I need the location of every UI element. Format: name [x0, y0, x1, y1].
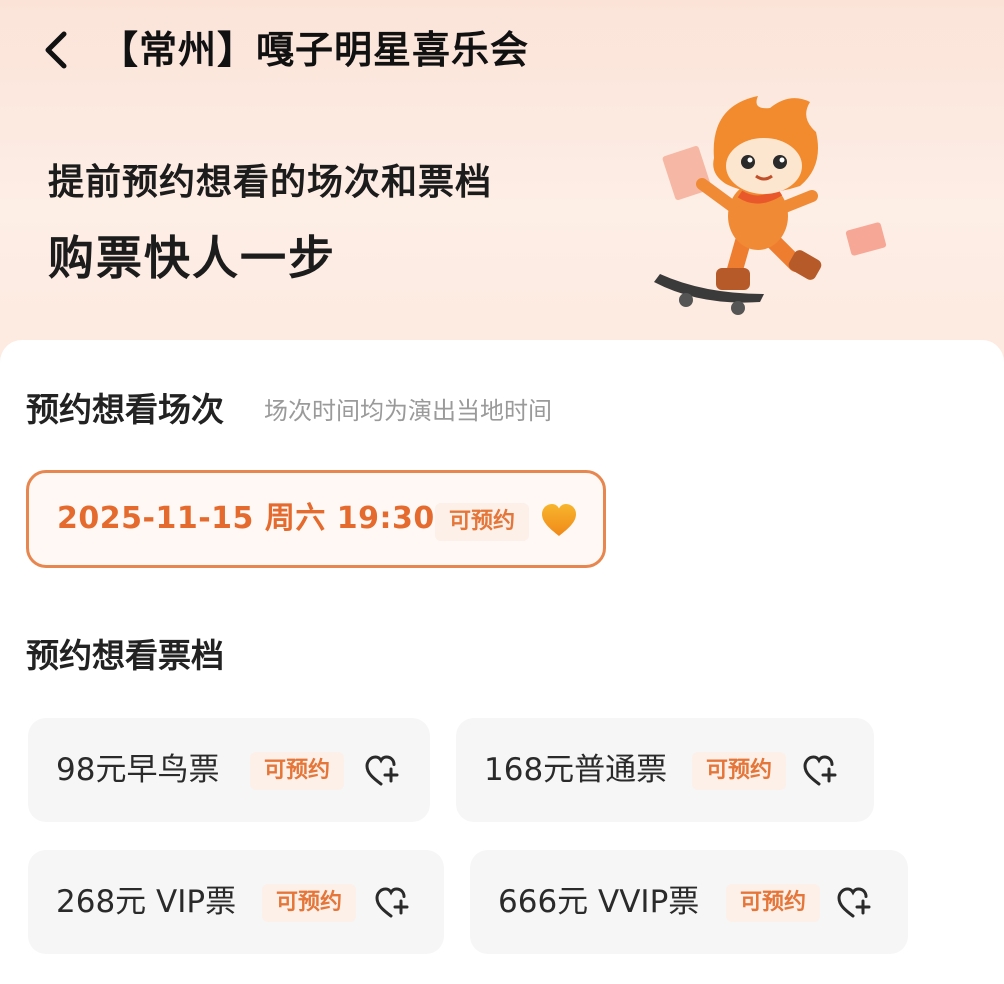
ticket-option[interactable]: 268元 VIP票 可预约 — [28, 850, 444, 954]
ticket-option[interactable]: 98元早鸟票 可预约 — [28, 718, 430, 822]
status-badge: 可预约 — [262, 884, 357, 922]
ticket-option[interactable]: 666元 VVIP票 可预约 — [470, 850, 908, 954]
status-badge: 可预约 — [726, 884, 821, 922]
ticket-label: 666元 VVIP票 — [498, 884, 700, 920]
status-badge: 可预约 — [435, 503, 530, 541]
session-section-hint: 场次时间均为演出当地时间 — [264, 397, 552, 425]
mascot-illustration — [654, 96, 887, 315]
status-badge: 可预约 — [692, 752, 787, 790]
heart-add-icon — [803, 755, 837, 786]
ticket-option[interactable]: 168元普通票 可预约 — [456, 718, 874, 822]
chevron-left-icon — [45, 31, 67, 69]
session-section-title: 预约想看场次 — [26, 390, 224, 429]
ticket-label: 268元 VIP票 — [56, 884, 237, 920]
heart-add-icon — [375, 887, 409, 918]
ticket-section-title: 预约想看票档 — [26, 636, 224, 675]
back-button[interactable] — [36, 26, 80, 74]
status-badge: 可预约 — [250, 752, 345, 790]
heart-add-icon — [837, 887, 871, 918]
ticket-label: 98元早鸟票 — [56, 752, 220, 788]
hero-banner: 【常州】嘎子明星喜乐会 提前预约想看的场次和票档 购票快人一步 — [0, 0, 1004, 380]
promo-headline: 提前预约想看的场次和票档 — [48, 162, 493, 203]
session-option[interactable]: 2025-11-15 周六 19:30 可预约 — [26, 470, 606, 568]
reservation-card: 预约想看场次 场次时间均为演出当地时间 2025-11-15 周六 19:30 … — [0, 340, 1004, 984]
heart-add-icon — [365, 755, 399, 786]
ticket-label: 168元普通票 — [484, 752, 668, 788]
promo-subheadline: 购票快人一步 — [48, 231, 336, 285]
page-title: 【常州】嘎子明星喜乐会 — [100, 28, 530, 72]
session-datetime: 2025-11-15 周六 19:30 — [57, 501, 435, 536]
heart-filled-icon — [542, 504, 576, 536]
